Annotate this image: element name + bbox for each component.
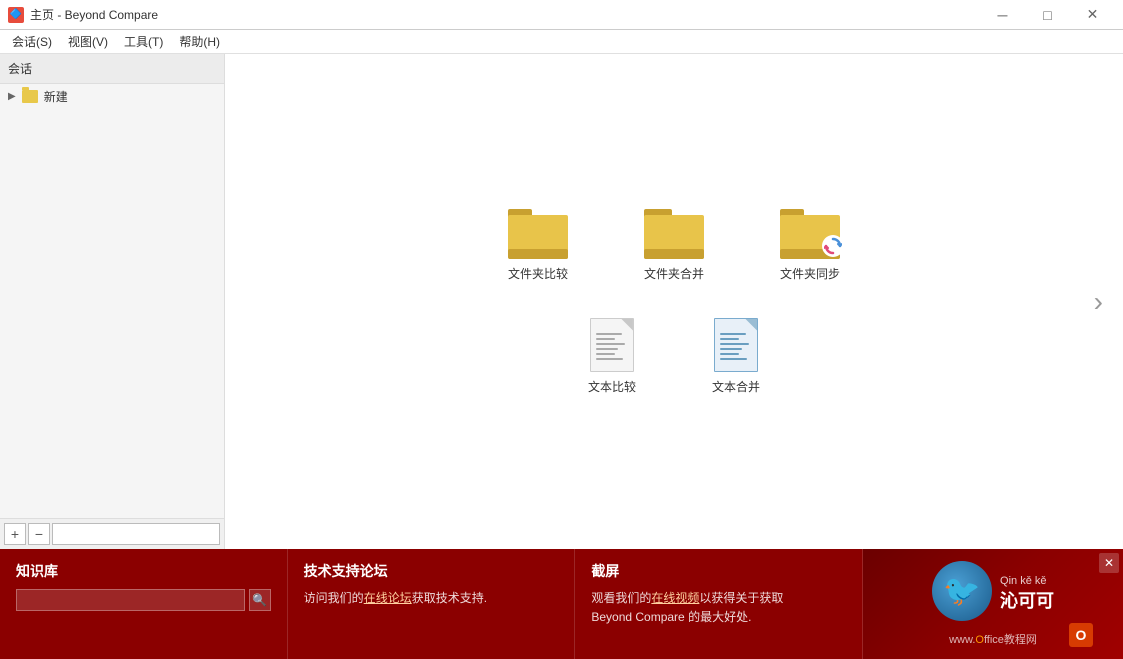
screenshot-section: 截屏 观看我们的在线视频以获得关于获取Beyond Compare 的最大好处.	[575, 549, 863, 659]
menu-help[interactable]: 帮助(H)	[171, 31, 228, 52]
sidebar-bottom: + −	[0, 518, 224, 549]
folder-compare-label: 文件夹比较	[508, 265, 568, 282]
sidebar: 会话 ▶ 新建 + −	[0, 54, 225, 549]
text-compare-item[interactable]: 文本比较	[580, 310, 644, 403]
add-session-button[interactable]: +	[4, 523, 26, 545]
items-row-1: 文件夹比较 文件夹合并	[500, 201, 848, 290]
folder-merge-icon	[644, 209, 704, 259]
menu-view[interactable]: 视图(V)	[60, 31, 116, 52]
main-layout: 会话 ▶ 新建 + −	[0, 54, 1123, 549]
forum-text: 访问我们的在线论坛获取技术支持.	[304, 589, 559, 608]
screenshot-link[interactable]: 在线视频	[651, 591, 699, 605]
knowledge-search-button[interactable]: 🔍	[249, 589, 271, 611]
titlebar-left: 🔷 主页 - Beyond Compare	[8, 6, 158, 23]
logo-site: www.Office教程网	[949, 631, 1037, 647]
session-search-input[interactable]	[52, 523, 220, 545]
close-button[interactable]: ✕	[1070, 0, 1115, 30]
expand-arrow: ▶	[8, 91, 16, 102]
screenshot-title: 截屏	[591, 561, 846, 581]
text-merge-label: 文本合并	[712, 378, 760, 395]
text-merge-item[interactable]: 文本合并	[704, 310, 768, 403]
knowledge-base-section: 知识库 🔍	[0, 549, 288, 659]
menu-tools[interactable]: 工具(T)	[116, 31, 171, 52]
maximize-button[interactable]: □	[1025, 0, 1070, 30]
menubar: 会话(S) 视图(V) 工具(T) 帮助(H)	[0, 30, 1123, 54]
screenshot-text-before: 观看我们的	[591, 591, 651, 605]
logo-bird-icon: 🐦	[943, 574, 980, 609]
text-merge-icon	[714, 318, 758, 372]
folder-compare-item[interactable]: 文件夹比较	[500, 201, 576, 290]
forum-section: 技术支持论坛 访问我们的在线论坛获取技术支持.	[288, 549, 576, 659]
forum-text-after: 获取技术支持.	[412, 591, 487, 605]
minimize-button[interactable]: ─	[980, 0, 1025, 30]
forum-title: 技术支持论坛	[304, 561, 559, 581]
folder-compare-icon	[508, 209, 568, 259]
bottom-panel: ✕ 知识库 🔍 技术支持论坛 访问我们的在线论坛获取技术支持. 截屏 观看我们的…	[0, 549, 1123, 659]
folder-icon	[22, 90, 38, 103]
folder-merge-item[interactable]: 文件夹合并	[636, 201, 712, 290]
app-icon: 🔷	[8, 7, 24, 23]
sidebar-content: ▶ 新建	[0, 84, 224, 518]
folder-sync-item[interactable]: 文件夹同步	[772, 201, 848, 290]
knowledge-base-title: 知识库	[16, 561, 271, 581]
text-compare-icon	[590, 318, 634, 372]
content-area: 文件夹比较 文件夹合并	[225, 54, 1123, 549]
text-compare-label: 文本比较	[588, 378, 636, 395]
sync-badge	[822, 235, 844, 257]
site-text: ffice教程网	[984, 634, 1037, 646]
items-grid: 文件夹比较 文件夹合并	[500, 201, 848, 403]
screenshot-text: 观看我们的在线视频以获得关于获取Beyond Compare 的最大好处.	[591, 589, 846, 627]
folder-merge-label: 文件夹合并	[644, 265, 704, 282]
folder-sync-icon	[780, 209, 840, 259]
logo-pinyin: Qin kě kě	[1000, 575, 1054, 587]
titlebar: 🔷 主页 - Beyond Compare ─ □ ✕	[0, 0, 1123, 30]
search-form: 🔍	[16, 589, 271, 611]
forum-text-before: 访问我们的	[304, 591, 364, 605]
forum-link[interactable]: 在线论坛	[364, 591, 412, 605]
new-item-label: 新建	[44, 88, 68, 105]
logo-icon: 🐦	[932, 561, 992, 621]
logo-section: 🐦 Qin kě kě 沁可可 www.Office教程网 O	[863, 549, 1123, 659]
knowledge-search-input[interactable]	[16, 589, 245, 611]
sidebar-header: 会话	[0, 54, 224, 84]
window-controls: ─ □ ✕	[980, 0, 1115, 30]
ms-badge: O	[1069, 623, 1093, 647]
menu-session[interactable]: 会话(S)	[4, 31, 60, 52]
logo-name: 沁可可	[1000, 587, 1054, 613]
next-arrow[interactable]: ›	[1094, 286, 1103, 318]
bottom-close-button[interactable]: ✕	[1099, 553, 1119, 573]
sync-icon	[824, 237, 842, 255]
folder-sync-label: 文件夹同步	[780, 265, 840, 282]
logo-text-group: Qin kě kě 沁可可	[1000, 573, 1054, 613]
app-title: 主页 - Beyond Compare	[30, 6, 158, 23]
remove-session-button[interactable]: −	[28, 523, 50, 545]
items-row-2: 文本比较	[580, 310, 768, 403]
sidebar-item-new[interactable]: ▶ 新建	[0, 84, 224, 109]
office-icon: O	[1069, 623, 1093, 647]
